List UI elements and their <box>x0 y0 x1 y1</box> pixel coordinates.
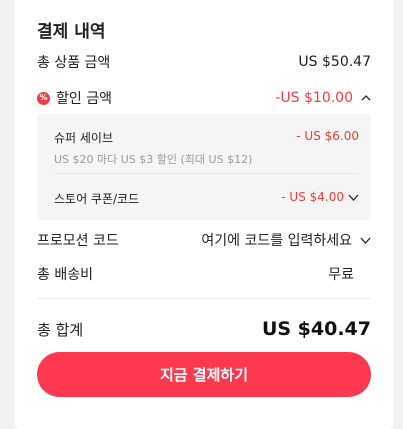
total-value: US $40.47 <box>261 318 371 340</box>
super-save-label: 슈퍼 세이브 <box>54 131 114 145</box>
chevron-up-icon[interactable] <box>361 95 371 101</box>
pay-now-button[interactable]: 지금 결제하기 <box>37 352 371 397</box>
super-save-value: - US $6.00 <box>296 129 359 143</box>
store-coupon-row[interactable]: 스토어 쿠폰/코드 - US $4.00 <box>54 190 359 207</box>
discount-label-group: % 할인 금액 <box>37 88 112 108</box>
subtotal-label: 총 상품 금액 <box>37 55 111 71</box>
shipping-value: 무료 <box>328 267 354 283</box>
promo-code-placeholder: 여기에 코드를 입력하세요 <box>201 233 352 249</box>
payment-summary-card: 결제 내역 총 상품 금액 US $50.47 % 할인 금액 -US $10.… <box>15 0 393 429</box>
discount-details-panel: 슈퍼 세이브 US $20 마다 US $3 할인 (최대 US $12) - … <box>37 114 371 220</box>
subtotal-row: 총 상품 금액 US $50.47 <box>37 52 371 72</box>
store-coupon-label: 스토어 쿠폰/코드 <box>54 192 140 206</box>
promo-code-row[interactable]: 프로모션 코드 여기에 코드를 입력하세요 <box>37 230 371 250</box>
store-coupon-value: - US $4.00 <box>281 190 344 204</box>
total-row: 총 합계 US $40.47 <box>37 318 371 340</box>
promo-code-label: 프로모션 코드 <box>37 233 119 249</box>
shipping-row: 총 배송비 무료 <box>37 264 371 284</box>
section-title: 결제 내역 <box>37 22 106 42</box>
discount-value: -US $10.00 <box>275 90 353 106</box>
super-save-row: 슈퍼 세이브 US $20 마다 US $3 할인 (최대 US $12) - … <box>54 129 359 167</box>
total-label: 총 합계 <box>37 320 84 339</box>
discount-label: 할인 금액 <box>56 91 112 107</box>
super-save-condition: US $20 마다 US $3 할인 (최대 US $12) <box>54 153 253 166</box>
subtotal-value: US $50.47 <box>298 54 371 70</box>
percent-icon: % <box>37 91 50 105</box>
chevron-down-icon[interactable] <box>360 237 371 244</box>
shipping-label: 총 배송비 <box>37 267 93 283</box>
section-divider <box>37 298 371 299</box>
panel-divider <box>54 173 359 174</box>
discount-row[interactable]: % 할인 금액 -US $10.00 <box>37 88 371 108</box>
promo-code-input[interactable]: 여기에 코드를 입력하세요 <box>201 230 371 250</box>
chevron-down-icon[interactable] <box>348 194 359 201</box>
discount-toggle[interactable]: -US $10.00 <box>275 90 371 106</box>
store-coupon-toggle[interactable]: - US $4.00 <box>281 190 359 204</box>
